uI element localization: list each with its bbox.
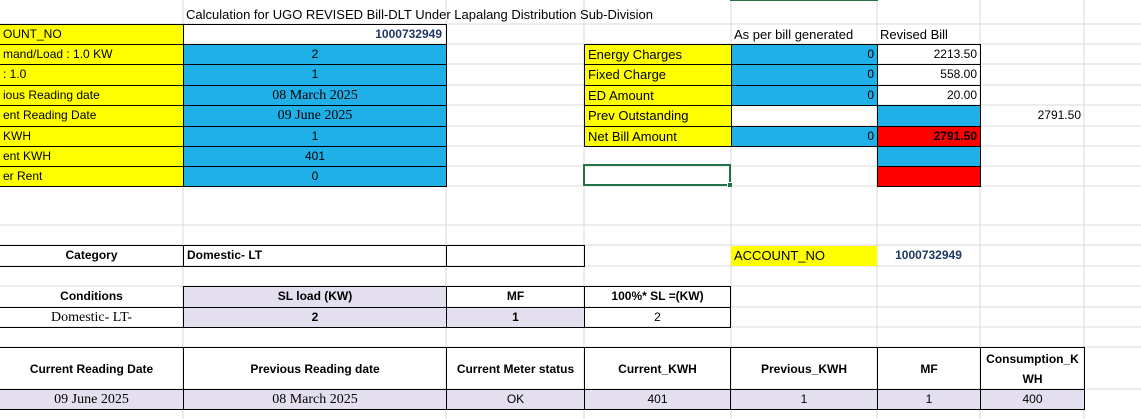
fill-handle[interactable] bbox=[727, 182, 733, 188]
category-value[interactable]: Domestic- LT bbox=[183, 245, 447, 267]
charge-label-net-bill[interactable]: Net Bill Amount bbox=[584, 126, 732, 147]
category-empty-cell[interactable] bbox=[446, 245, 585, 267]
previous-kwh-header: Previous_KWH bbox=[730, 347, 878, 390]
mf-reading-cell[interactable]: 1 bbox=[877, 389, 981, 410]
blank-blue-cell[interactable] bbox=[877, 146, 981, 167]
left-label-meter-rent[interactable]: er Rent bbox=[0, 166, 184, 187]
consumption-kwh-cell[interactable]: 400 bbox=[980, 389, 1085, 410]
header-revised-bill: Revised Bill bbox=[880, 27, 948, 42]
meter-rent-value[interactable]: 0 bbox=[183, 166, 447, 187]
left-label-current-kwh[interactable]: ent KWH bbox=[0, 146, 184, 167]
account-no-right-value[interactable]: 1000732949 bbox=[877, 246, 980, 266]
charge-revised-prev-outstanding[interactable] bbox=[877, 105, 981, 127]
sl-load-value[interactable]: 2 bbox=[183, 307, 447, 328]
blank-red-cell[interactable] bbox=[877, 166, 981, 187]
meter-status-header: Current Meter status bbox=[446, 347, 585, 390]
charge-label-prev-outstanding[interactable]: Prev Outstanding bbox=[584, 105, 732, 127]
prev-reading-date-value[interactable]: 08 March 2025 bbox=[183, 85, 447, 106]
current-kwh-cell[interactable]: 401 bbox=[584, 389, 731, 410]
left-label-account-no[interactable]: OUNT_NO bbox=[0, 24, 184, 45]
charge-asper-net-bill[interactable]: 0 bbox=[731, 126, 878, 147]
account-no-value[interactable]: 1000732949 bbox=[183, 24, 447, 45]
sl-percent-header: 100%* SL =(KW) bbox=[584, 286, 731, 308]
header-as-per-bill: As per bill generated bbox=[734, 27, 854, 42]
prev-kwh-value[interactable]: 1 bbox=[183, 126, 447, 147]
conditions-header: Conditions bbox=[60, 289, 123, 303]
conditions-value[interactable]: Domestic- LT- bbox=[0, 307, 184, 328]
meter-status-cell[interactable]: OK bbox=[446, 389, 585, 410]
left-label-prev-kwh[interactable]: KWH bbox=[0, 126, 184, 147]
current-kwh-header: Current_KWH bbox=[584, 347, 731, 390]
category-label[interactable]: Category bbox=[0, 245, 184, 267]
sl-percent-value[interactable]: 2 bbox=[584, 307, 731, 328]
charge-label-ed[interactable]: ED Amount bbox=[584, 85, 732, 106]
left-label-mf[interactable]: : 1.0 bbox=[0, 64, 184, 86]
mf-reading-header: MF bbox=[877, 347, 981, 390]
charge-revised-energy[interactable]: 2213.50 bbox=[877, 44, 981, 65]
account-no-label[interactable]: ACCOUNT_NO bbox=[731, 246, 877, 266]
current-reading-date-cell[interactable]: 09 June 2025 bbox=[0, 389, 184, 410]
previous-reading-date-header: Previous Reading date bbox=[183, 347, 447, 390]
left-label-current-reading-date[interactable]: ent Reading Date bbox=[0, 105, 184, 127]
outside-total-value[interactable]: 2791.50 bbox=[980, 106, 1084, 126]
charge-revised-net-bill[interactable]: 2791.50 bbox=[877, 126, 981, 147]
load-value[interactable]: 2 bbox=[183, 44, 447, 65]
charge-asper-fixed[interactable]: 0 bbox=[731, 64, 878, 86]
sheet-title: Calculation for UGO REVISED Bill-DLT Und… bbox=[186, 7, 653, 22]
selected-cell[interactable] bbox=[583, 164, 731, 186]
current-reading-date-header: Current Reading Date bbox=[0, 347, 184, 390]
charge-label-fixed[interactable]: Fixed Charge bbox=[584, 64, 732, 86]
sl-load-header: SL load (KW) bbox=[183, 286, 447, 308]
consumption-kwh-header: Consumption_KWH bbox=[980, 347, 1085, 390]
left-label-prev-reading-date[interactable]: ious Reading date bbox=[0, 85, 184, 106]
charge-label-energy[interactable]: Energy Charges bbox=[584, 44, 732, 65]
left-label-load[interactable]: mand/Load : 1.0 KW bbox=[0, 44, 184, 65]
mf-value[interactable]: 1 bbox=[183, 64, 447, 86]
mf-cond-value[interactable]: 1 bbox=[446, 307, 585, 328]
charge-revised-fixed[interactable]: 558.00 bbox=[877, 64, 981, 86]
previous-reading-date-cell[interactable]: 08 March 2025 bbox=[183, 389, 447, 410]
charge-asper-ed[interactable]: 0 bbox=[731, 85, 878, 106]
current-reading-date-value[interactable]: 09 June 2025 bbox=[183, 105, 447, 127]
mf-header: MF bbox=[446, 286, 585, 308]
charge-revised-ed[interactable]: 20.00 bbox=[877, 85, 981, 106]
previous-kwh-cell[interactable]: 1 bbox=[730, 389, 878, 410]
charge-asper-energy[interactable]: 0 bbox=[731, 44, 878, 65]
current-kwh-value[interactable]: 401 bbox=[183, 146, 447, 167]
charge-asper-prev-outstanding[interactable] bbox=[731, 105, 878, 127]
